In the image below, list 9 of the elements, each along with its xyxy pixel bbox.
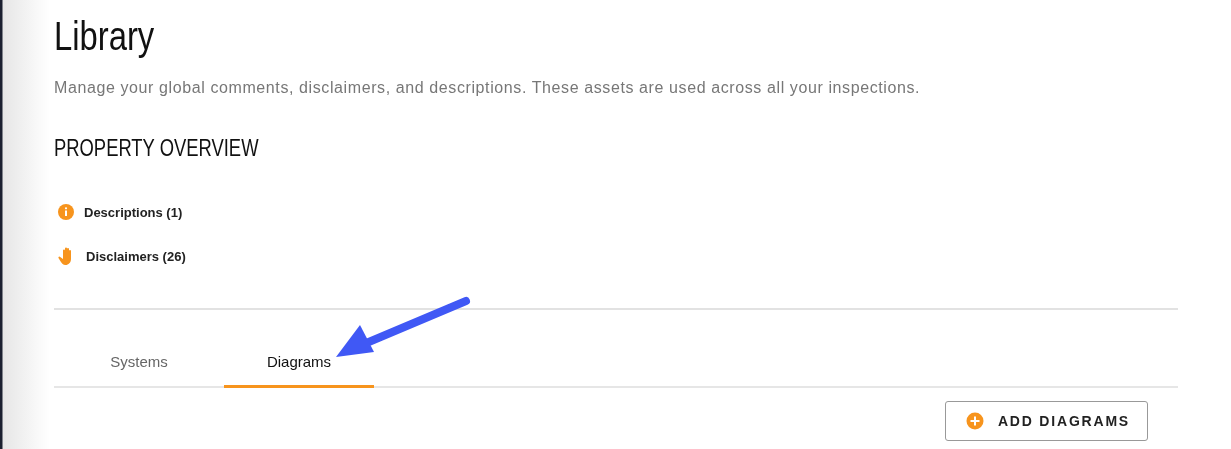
page-title: Library <box>54 14 155 59</box>
tab[interactable]: Systems <box>64 342 214 388</box>
section-title: PROPERTY OVERVIEW <box>54 135 259 162</box>
info-icon <box>57 203 75 221</box>
item-label[interactable]: Descriptions (1) <box>84 204 183 220</box>
page-description: Manage your global comments, disclaimers, and descriptions. These assets are used across all your inspections. <box>54 79 922 97</box>
item-label[interactable]: Disclaimers (26) <box>86 248 186 264</box>
add-diagrams-button[interactable]: ADD DIAGRAMS <box>944 401 1148 441</box>
plus-icon <box>965 412 984 430</box>
